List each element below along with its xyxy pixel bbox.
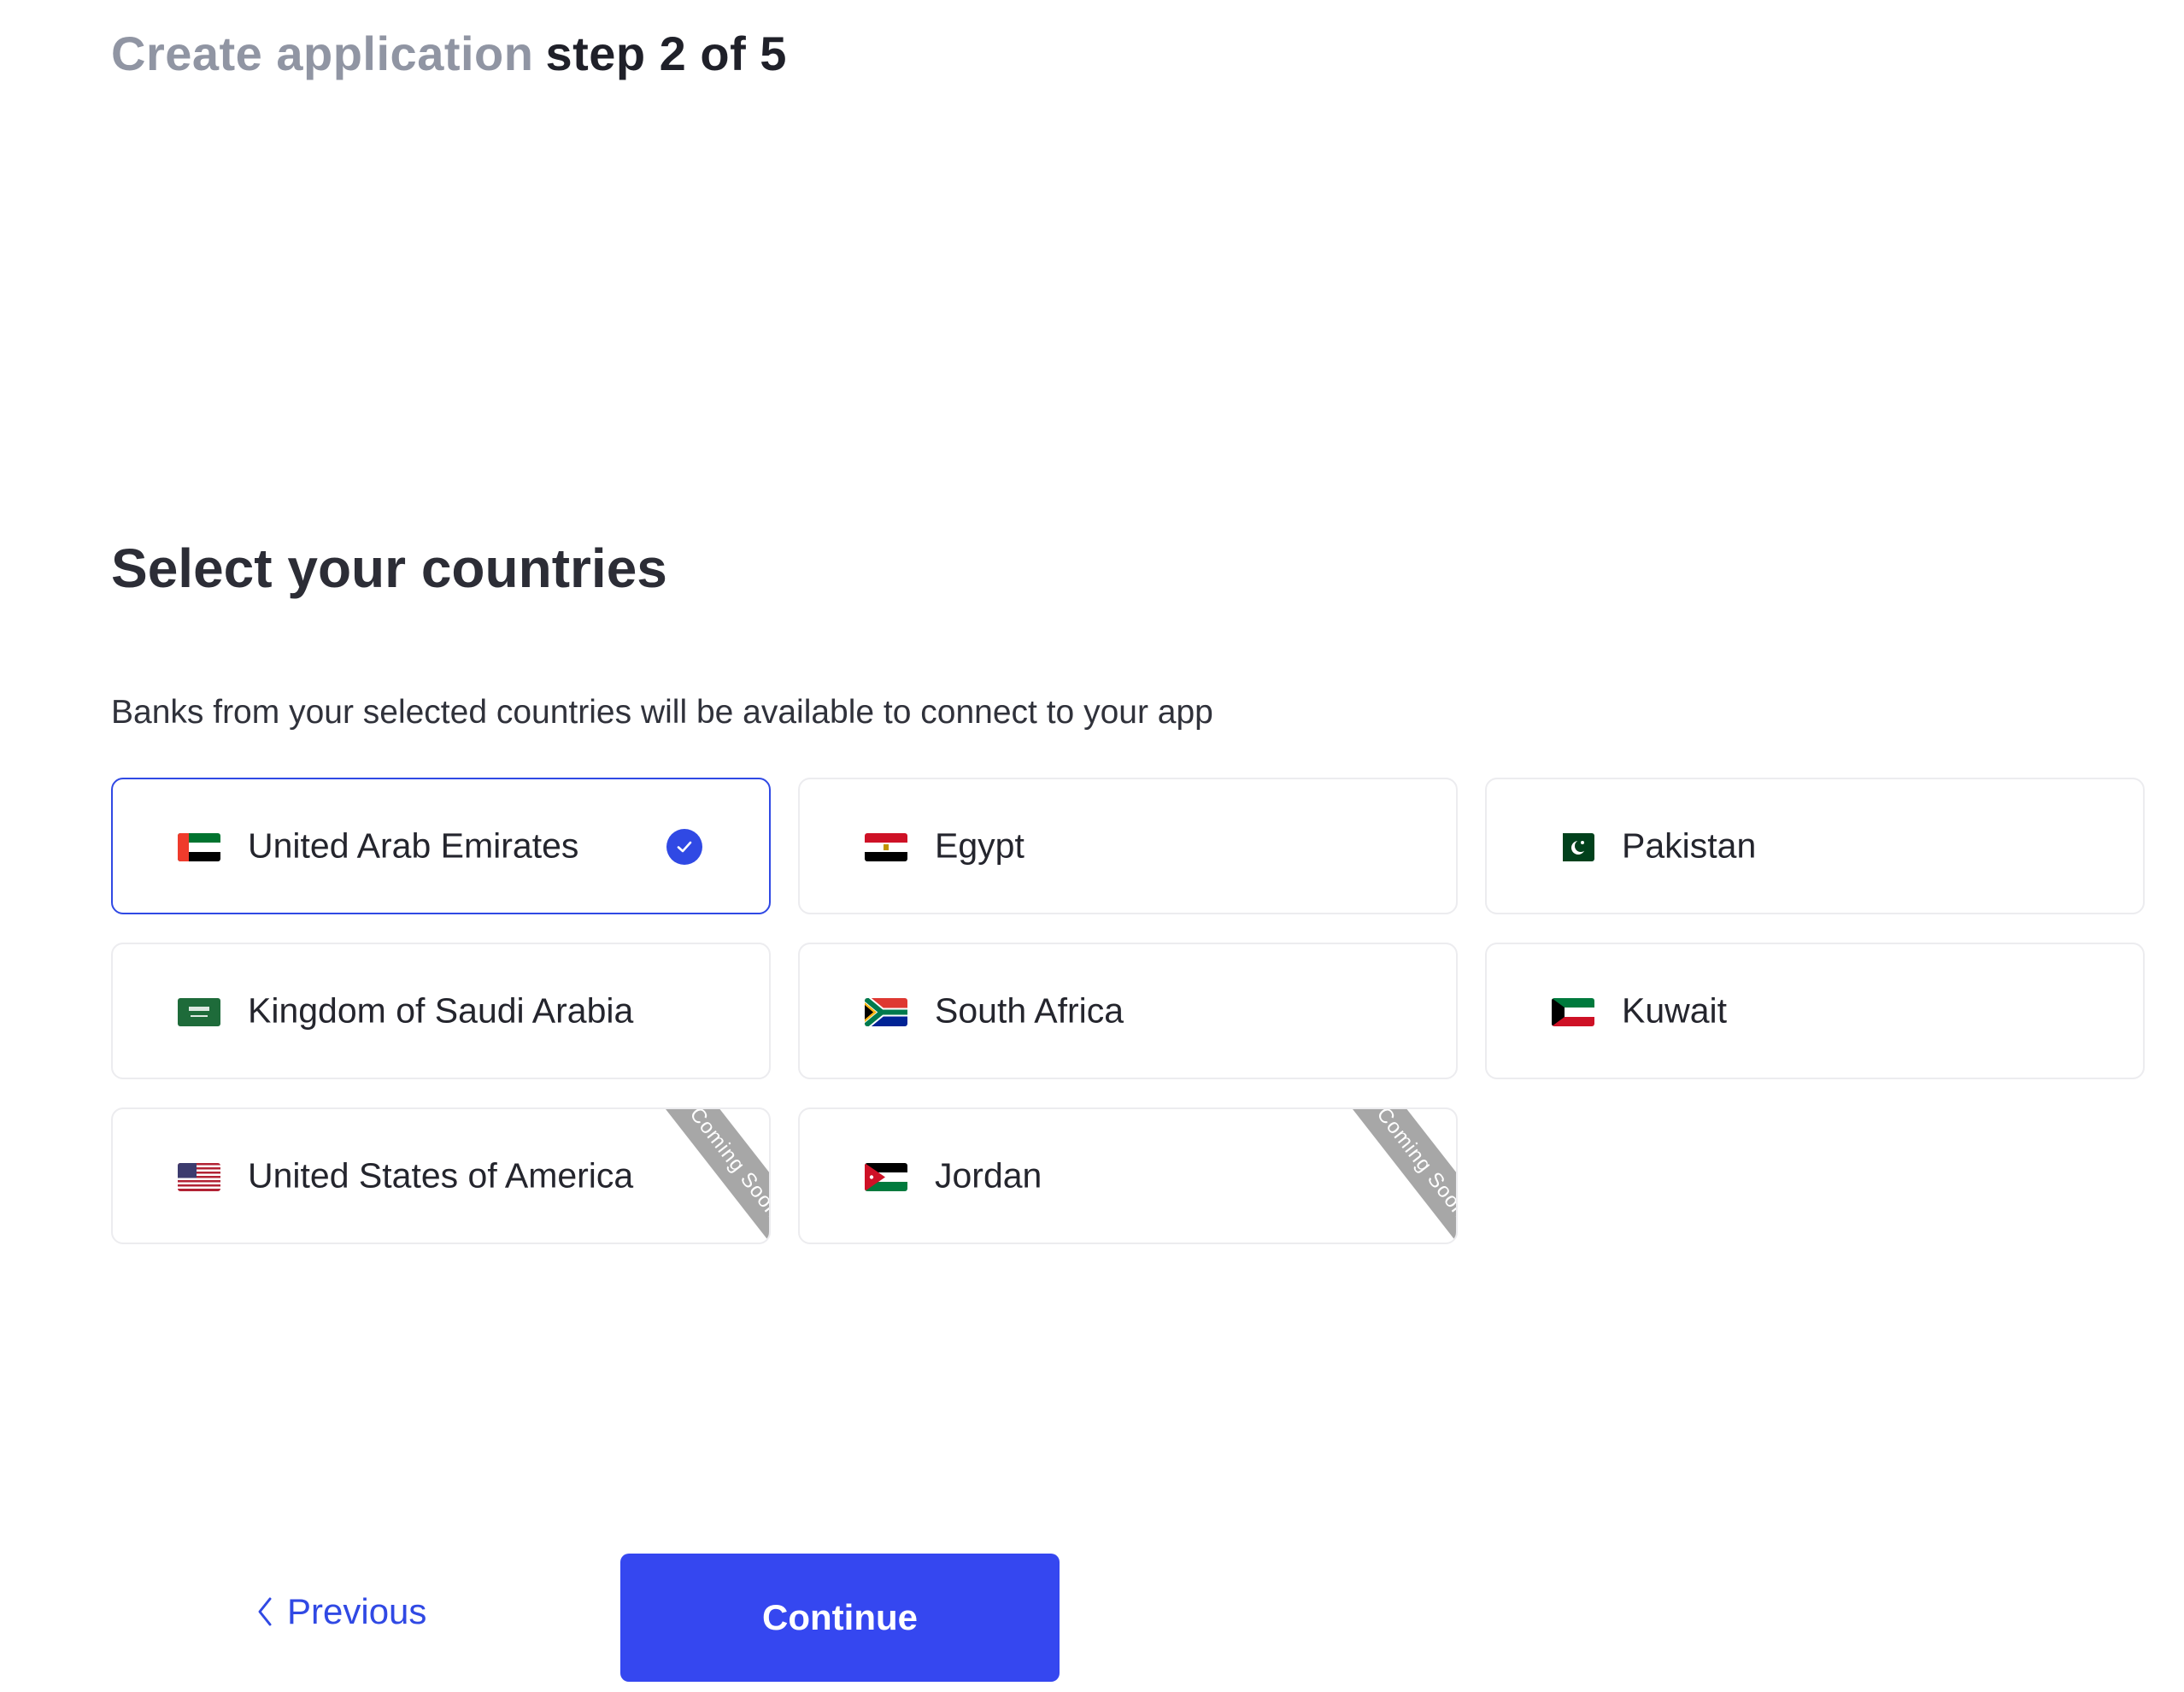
country-label: Kingdom of Saudi Arabia	[248, 990, 634, 1031]
country-card-pakistan[interactable]: Pakistan	[1485, 778, 2145, 914]
page-header: Create application step 2 of 5	[111, 26, 787, 81]
coming-soon-ribbon: Coming Soon	[1285, 1109, 1456, 1243]
country-label: Pakistan	[1622, 825, 1757, 866]
header-title: Create application	[111, 26, 534, 80]
chevron-left-icon	[258, 1597, 272, 1626]
jordan-flag-icon	[865, 1163, 907, 1191]
country-card-usa[interactable]: United States of America Coming Soon	[111, 1107, 771, 1244]
country-label: South Africa	[935, 990, 1124, 1031]
create-application-page: Create application step 2 of 5 Select you…	[0, 0, 2184, 1692]
section-title: Select your countries	[111, 538, 667, 599]
saudi-arabia-flag-icon	[178, 998, 220, 1026]
section-subtitle: Banks from your selected countries will …	[111, 694, 1213, 731]
country-label: Kuwait	[1622, 990, 1728, 1031]
country-card-south-africa[interactable]: South Africa	[798, 943, 1458, 1079]
country-label: Egypt	[935, 825, 1024, 866]
step-indicator: step 2 of 5	[545, 26, 787, 80]
country-label: Jordan	[935, 1155, 1042, 1196]
country-card-egypt[interactable]: Egypt	[798, 778, 1458, 914]
continue-button[interactable]: Continue	[620, 1554, 1060, 1682]
coming-soon-label: Coming Soon	[649, 1109, 769, 1243]
pakistan-flag-icon	[1552, 833, 1594, 861]
country-card-jordan[interactable]: Jordan Coming Soon	[798, 1107, 1458, 1244]
country-card-saudi-arabia[interactable]: Kingdom of Saudi Arabia	[111, 943, 771, 1079]
south-africa-flag-icon	[865, 998, 907, 1026]
uae-flag-icon	[178, 833, 220, 861]
previous-button[interactable]: Previous	[256, 1591, 426, 1632]
checkmark-icon	[666, 829, 702, 865]
country-label: United States of America	[248, 1155, 634, 1196]
country-card-kuwait[interactable]: Kuwait	[1485, 943, 2145, 1079]
usa-flag-icon	[178, 1163, 220, 1191]
previous-label: Previous	[287, 1591, 427, 1631]
kuwait-flag-icon	[1552, 998, 1594, 1026]
coming-soon-ribbon: Coming Soon	[598, 1109, 769, 1243]
country-card-uae[interactable]: United Arab Emirates	[111, 778, 771, 914]
egypt-flag-icon	[865, 833, 907, 861]
country-grid: United Arab Emirates Egypt Pakistan King…	[111, 778, 2145, 1244]
coming-soon-label: Coming Soon	[1336, 1109, 1456, 1243]
country-label: United Arab Emirates	[248, 825, 579, 866]
